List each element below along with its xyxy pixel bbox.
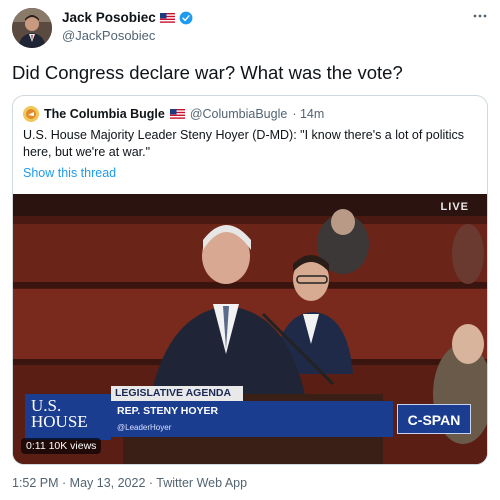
tweet-text: Did Congress declare war? What was the v… [12, 62, 403, 83]
speaker-handle: @LeaderHoyer [117, 423, 172, 432]
live-label: LIVE [440, 201, 469, 213]
show-thread-link[interactable]: Show this thread [23, 166, 116, 180]
tweet: Jack Posobiec @JackPosobiec Did Congress… [0, 0, 500, 500]
author-name[interactable]: Jack Posobiec [62, 10, 156, 25]
us-flag-icon [159, 12, 175, 23]
cspan-logo: C-SPAN [397, 404, 471, 434]
author-avatar[interactable] [12, 8, 52, 48]
author-name-row: Jack Posobiec [62, 10, 193, 25]
quoted-text: U.S. House Majority Leader Steny Hoyer (… [23, 128, 465, 159]
quoted-header: The Columbia Bugle @ColumbiaBugle · 14m [23, 106, 324, 122]
quoted-handle[interactable]: @ColumbiaBugle [190, 107, 287, 121]
columbia-bugle-logo-icon [23, 106, 39, 122]
verified-badge-icon [179, 11, 193, 24]
more-icon [473, 14, 487, 18]
author-handle[interactable]: @JackPosobiec [62, 28, 155, 43]
avatar-photo-icon [12, 8, 52, 48]
speaker-name: REP. STENY HOYER [117, 405, 219, 417]
us-flag-icon [169, 109, 185, 119]
us-house-logo: U.S. HOUSE [25, 394, 111, 440]
quoted-time[interactable]: · 14m [292, 107, 324, 121]
quoted-avatar[interactable] [23, 106, 39, 122]
video-duration-views: 0:11 10K views [21, 438, 102, 454]
speaker-banner: REP. STENY HOYER @LeaderHoyer [111, 401, 393, 437]
quoted-tweet[interactable]: The Columbia Bugle @ColumbiaBugle · 14m … [12, 95, 488, 465]
legislative-agenda-banner: LEGISLATIVE AGENDA [111, 386, 243, 401]
video-player[interactable]: LIVE LEGISLATIVE AGENDA REP. STENY HOYER… [13, 194, 487, 464]
tweet-timestamp[interactable]: 1:52 PM · May 13, 2022 · Twitter Web App [12, 476, 247, 490]
more-options-button[interactable] [472, 8, 488, 29]
quoted-name[interactable]: The Columbia Bugle [44, 107, 165, 121]
